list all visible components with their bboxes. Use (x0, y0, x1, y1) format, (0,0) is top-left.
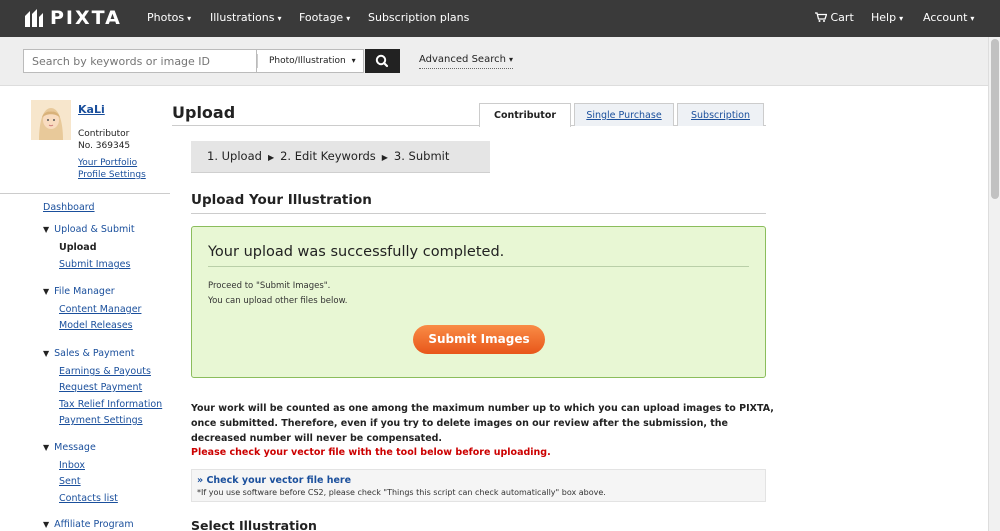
nav-account-label: Account (923, 11, 968, 24)
select-illustration-title: Select Illustration (191, 518, 317, 531)
success-divider (208, 266, 749, 267)
section-title: Upload Your Illustration (191, 192, 372, 208)
nav-cart-label: Cart (830, 11, 854, 24)
nav-footage[interactable]: Footage ▾ (299, 11, 350, 24)
triangle-down-icon: ▼ (43, 520, 50, 529)
advanced-search-label: Advanced Search (419, 54, 506, 65)
triangle-down-icon: ▼ (43, 225, 50, 234)
search-button[interactable] (365, 49, 400, 73)
triangle-down-icon: ▼ (43, 349, 50, 358)
chevron-down-icon: ▾ (351, 56, 356, 65)
sidebar-group-affiliate[interactable]: ▼ Affiliate Program (43, 519, 134, 530)
chevron-down-icon: ▾ (970, 14, 975, 23)
sidebar-item-upload[interactable]: Upload (59, 242, 97, 253)
search-input[interactable] (23, 49, 258, 73)
search-icon (365, 54, 400, 76)
warning-red-text: Please check your vector file with the t… (191, 447, 551, 458)
nav-account[interactable]: Account ▾ (923, 11, 974, 24)
sidebar-group-message[interactable]: ▼ Message (43, 442, 96, 453)
tab-contributor[interactable]: Contributor (479, 103, 571, 127)
tab-subscription[interactable]: Subscription (677, 103, 764, 126)
success-message-line: Proceed to "Submit Images". (208, 281, 331, 291)
nav-cart[interactable]: Cart (815, 11, 854, 24)
pixta-logo-icon (22, 7, 44, 29)
check-vector-file-link[interactable]: » Check your vector file here (197, 475, 351, 486)
sidebar-item-payment-settings[interactable]: Payment Settings (59, 415, 143, 426)
nav-photos[interactable]: Photos ▾ (147, 11, 191, 24)
triangle-right-icon: ▶ (381, 153, 388, 162)
sidebar-group-sales-label: Sales & Payment (54, 348, 135, 359)
nav-photos-label: Photos (147, 11, 185, 24)
nav-illustrations[interactable]: Illustrations ▾ (210, 11, 281, 24)
step-edit-keywords: 2. Edit Keywords (280, 149, 376, 163)
user-role: Contributor (78, 129, 130, 139)
step-upload: 1. Upload (207, 149, 262, 163)
page-scrollbar[interactable] (988, 37, 1000, 531)
sidebar-item-sent[interactable]: Sent (59, 476, 81, 487)
triangle-down-icon: ▼ (43, 287, 50, 296)
sidebar-item-dashboard[interactable]: Dashboard (43, 202, 95, 213)
profile-settings-link[interactable]: Profile Settings (78, 170, 146, 180)
success-message-box: Your upload was successfully completed. … (191, 226, 766, 378)
success-title: Your upload was successfully completed. (208, 244, 505, 260)
sidebar-group-upload-label: Upload & Submit (54, 224, 135, 235)
success-message-line: You can upload other files below. (208, 296, 348, 306)
tab-single-purchase[interactable]: Single Purchase (574, 103, 674, 126)
chevron-down-icon: ▾ (346, 14, 351, 23)
sidebar-group-upload[interactable]: ▼ Upload & Submit (43, 224, 135, 235)
warning-text-line: decreased number will never be compensat… (191, 433, 443, 444)
sidebar-item-model-releases[interactable]: Model Releases (59, 320, 133, 331)
sidebar-item-request-payment[interactable]: Request Payment (59, 382, 142, 393)
warning-text-line: once submitted. Therefore, even if you t… (191, 418, 729, 429)
sidebar-item-inbox[interactable]: Inbox (59, 460, 85, 471)
triangle-right-icon: ▶ (267, 153, 275, 162)
step-submit: 3. Submit (393, 149, 450, 163)
sidebar-item-earnings[interactable]: Earnings & Payouts (59, 366, 151, 377)
triangle-down-icon: ▼ (43, 443, 50, 452)
scrollbar-thumb[interactable] (991, 39, 999, 199)
nav-footage-label: Footage (299, 11, 344, 24)
sidebar-group-sales[interactable]: ▼ Sales & Payment (43, 348, 134, 359)
submit-images-button[interactable]: Submit Images (413, 325, 545, 354)
sidebar-group-file-label: File Manager (54, 286, 115, 297)
sidebar-divider (0, 193, 170, 194)
chevron-down-icon: ▾ (277, 14, 282, 23)
nav-help[interactable]: Help ▾ (871, 11, 903, 24)
page-title: Upload (172, 103, 236, 122)
pixta-logo[interactable]: PIXTA (22, 7, 122, 29)
logo-text: PIXTA (50, 7, 122, 29)
chevron-down-icon: ▾ (899, 14, 904, 23)
sidebar-group-message-label: Message (54, 442, 96, 453)
search-type-select[interactable]: Photo/Illustration ▾ (256, 49, 364, 73)
user-number: No. 369345 (78, 141, 131, 151)
top-nav-bar: PIXTA Photos ▾ Illustrations ▾ Footage ▾ Su… (0, 0, 1000, 37)
chevron-down-icon: ▾ (187, 14, 192, 23)
sidebar-item-contacts[interactable]: Contacts list (59, 493, 118, 504)
nav-help-label: Help (871, 11, 897, 24)
sidebar-item-submit-images[interactable]: Submit Images (59, 259, 130, 270)
sidebar-group-file-manager[interactable]: ▼ File Manager (43, 286, 115, 297)
advanced-search-toggle[interactable]: Advanced Search ▾ (419, 54, 513, 69)
check-vector-note: *If you use software before CS2, please … (197, 488, 606, 497)
nav-subscription-plans[interactable]: Subscription plans (368, 11, 469, 24)
chevron-down-icon: ▾ (508, 55, 513, 64)
step-indicator: 1. Upload ▶ 2. Edit Keywords ▶ 3. Submit (191, 141, 490, 173)
sidebar-item-content-manager[interactable]: Content Manager (59, 304, 141, 315)
sidebar-group-affiliate-label: Affiliate Program (54, 519, 134, 530)
sidebar-item-tax-relief[interactable]: Tax Relief Information (59, 399, 162, 410)
cart-icon (815, 11, 831, 24)
warning-text-line: Your work will be counted as one among t… (191, 403, 774, 414)
nav-illustrations-label: Illustrations (210, 11, 275, 24)
vector-check-box: » Check your vector file here *If you us… (191, 469, 766, 502)
your-portfolio-link[interactable]: Your Portfolio (78, 158, 137, 168)
section-divider (191, 213, 766, 214)
search-type-label: Photo/Illustration (269, 56, 346, 66)
user-name-link[interactable]: KaLi (78, 103, 105, 116)
search-bar: Photo/Illustration ▾ Advanced Search▾ (0, 37, 988, 86)
avatar[interactable] (31, 100, 71, 140)
nav-subscription-label: Subscription plans (368, 11, 470, 24)
